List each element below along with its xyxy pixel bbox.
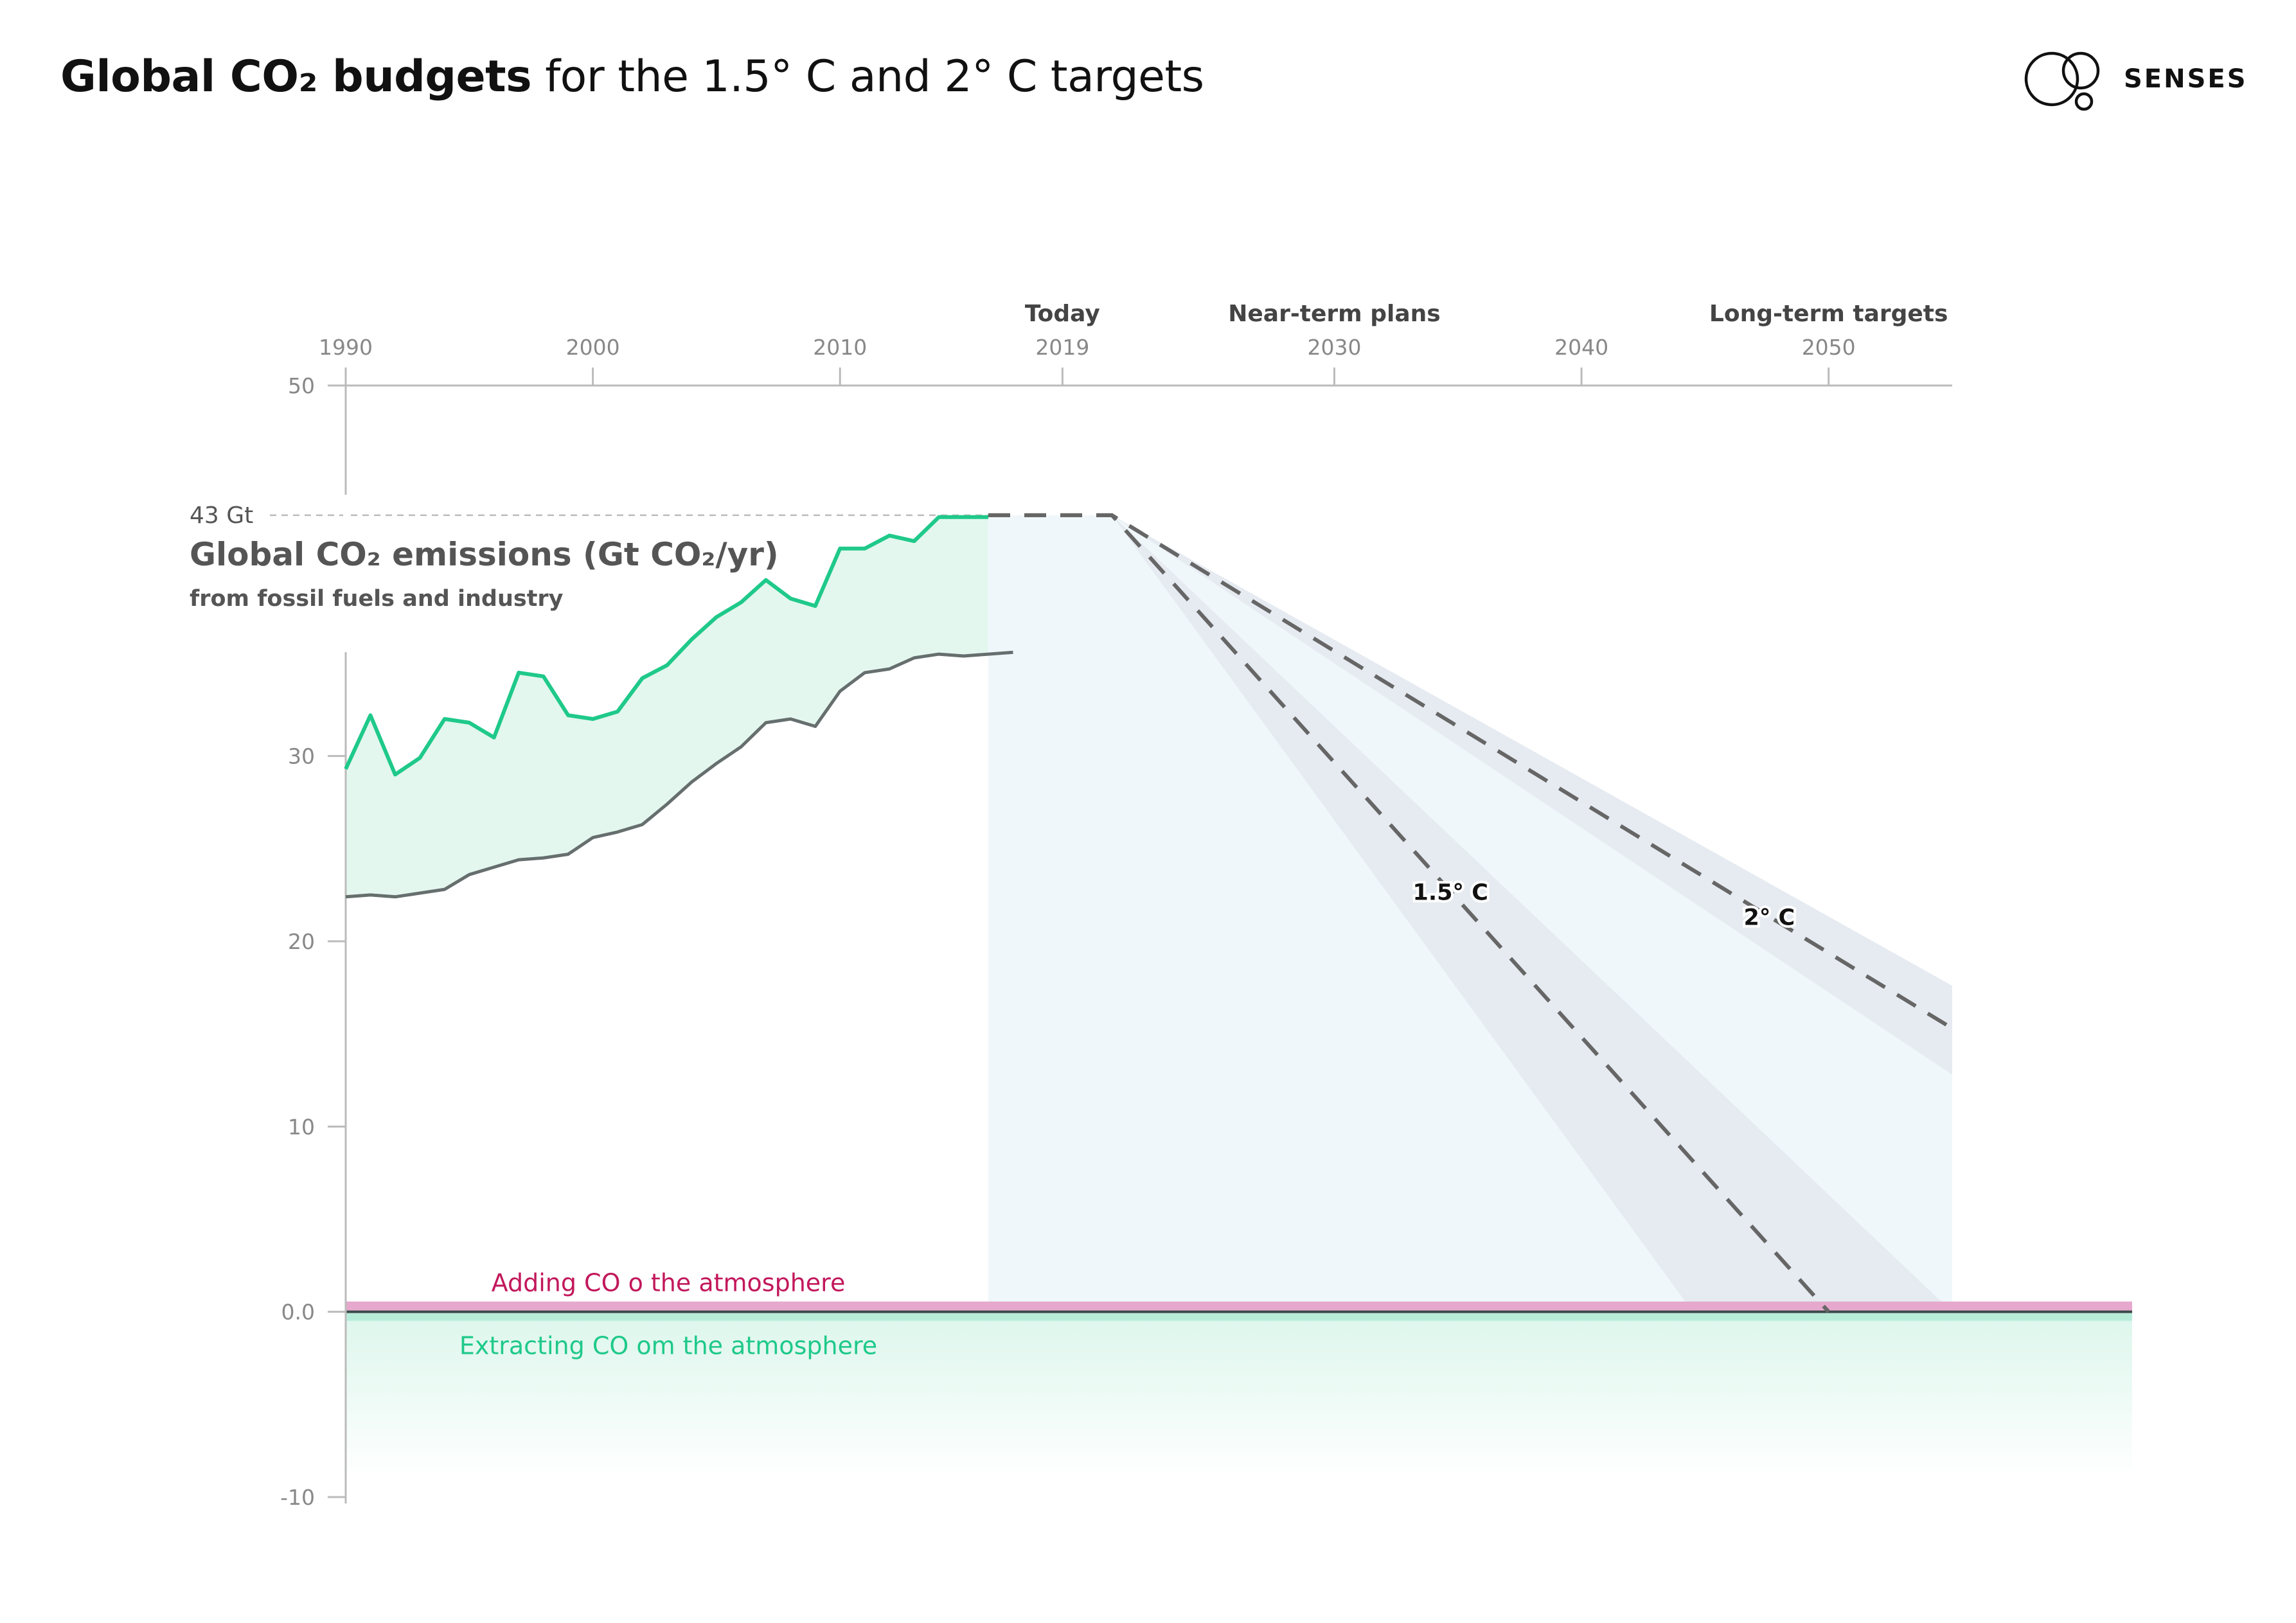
y-tick-label: -10 [280,1485,315,1510]
extracting-zone-label: Extracting CO om the atmosphere [459,1332,877,1360]
x-tick-label: 2000 [566,335,620,360]
y-axis-subtitle: from fossil fuels and industry [190,586,564,612]
y-tick-label: 0.0 [281,1300,315,1325]
x-tick-label: 1990 [319,335,373,360]
x-tick-label: 2019 [1035,335,1089,360]
x-tick-label: 2040 [1554,335,1608,360]
y-tick-label: 30 [288,744,315,769]
y-axis-gap [343,495,348,652]
history-area [346,517,988,897]
y-tick-label: 10 [288,1114,315,1139]
column-header-label: Long-term targets [1709,301,1948,327]
reference-label: 43 Gt [190,502,253,529]
co2-budget-chart: 1990 2000 2010 2019 2030 2040 2050Today Near-te… [190,301,2132,1510]
x-tick-label: 2050 [1802,335,1856,360]
y-axis-title: Global CO₂ emissions (Gt CO₂/yr) [190,536,779,573]
column-header-label: Today [1025,301,1100,327]
extracting-band [346,1313,2132,1321]
y-tick-label: 50 [288,373,315,398]
label-2c: 2° C [1744,905,1795,931]
adding-band [346,1301,2132,1311]
adding-zone-label: Adding CO o the atmosphere [492,1269,846,1297]
x-tick-label: 2030 [1307,335,1361,360]
label-1-5c: 1.5° C [1413,880,1488,906]
column-header-label: Near-term plans [1228,301,1440,327]
x-tick-label: 2010 [813,335,867,360]
y-tick-label: 20 [288,929,315,954]
